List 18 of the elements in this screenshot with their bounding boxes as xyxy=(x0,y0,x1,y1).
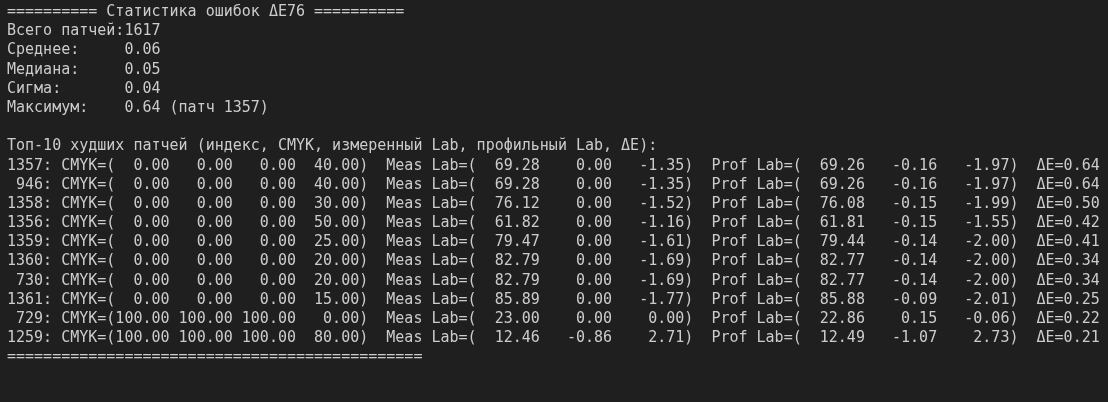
patch-row-text: 946: CMYK=( 0.00 0.00 0.00 40.00) Meas Lab=( 69.28 0.00 -1.35) Prof Lab=( 69.26 -0.16 -1.97) ΔE=0.64 xyxy=(15,174,1100,194)
patch-row: 1359: CMYK=( 0.00 0.00 0.00 25.00) Meas Lab=( 79.47 0.00 -1.61) Prof Lab=( 79.44 -0.14 -2.00) ΔE=0.41 xyxy=(7,232,1100,252)
patch-row: 1356: CMYK=( 0.00 0.00 0.00 50.00) Meas Lab=( 61.82 0.00 -1.16) Prof Lab=( 61.81 -0.15 -1.55) ΔE=0.42 xyxy=(7,213,1100,233)
patch-row-text: 730: CMYK=( 0.00 0.00 0.00 20.00) Meas Lab=( 82.79 0.00 -1.69) Prof Lab=( 82.77 -0.14 -2.00) ΔE=0.34 xyxy=(15,270,1100,290)
patch-row: 1358: CMYK=( 0.00 0.00 0.00 30.00) Meas Lab=( 76.12 0.00 -1.52) Prof Lab=( 76.08 -0.15 -1.99) ΔE=0.50 xyxy=(7,193,1100,214)
patch-row: 1259: CMYK=(100.00 100.00 100.00 80.00) Meas Lab=( 12.46 -0.86 2.71) Prof Lab=( 12.49 -1.07 2.73) ΔE=0.21 xyxy=(7,328,1100,348)
patch-row-text: 729: CMYK=(100.00 100.00 100.00 0.00) Meas Lab=( 23.00 0.00 0.00) Prof Lab=( 22.86 0.15 -0.06) ΔE=0.22 xyxy=(15,309,1100,329)
stat-line: Всего патчей:1617 xyxy=(7,21,161,41)
stat-line: Сигма: 0.04 xyxy=(7,78,161,98)
patch-row: 1361: CMYK=( 0.00 0.00 0.00 15.00) Meas Lab=( 85.89 0.00 -1.77) Prof Lab=( 85.88 -0.09 -2.01) ΔE=0.25 xyxy=(7,289,1100,309)
stat-line: Максимум: 0.64 (патч 1357) xyxy=(7,97,269,118)
stat-line: Медиана: 0.05 xyxy=(7,59,161,79)
header-line: ========== Статистика ошибок ΔE76 ========== xyxy=(7,2,405,22)
table-title: Топ-10 худших патчей (индекс, CMYK, измеренный Lab, профильный Lab, ΔE): xyxy=(7,136,658,156)
patch-row: 1357: CMYK=( 0.00 0.00 0.00 40.00) Meas Lab=( 69.28 0.00 -1.35) Prof Lab=( 69.26 -0.16 -1.97) ΔE=0.64 xyxy=(7,155,1100,175)
stat-line: Среднее: 0.06 xyxy=(7,40,161,60)
separator-line: ============================================== xyxy=(7,347,423,367)
patch-row: 1360: CMYK=( 0.00 0.00 0.00 20.00) Meas Lab=( 82.79 0.00 -1.69) Prof Lab=( 82.77 -0.14 -2.00) ΔE=0.34 xyxy=(7,251,1100,271)
